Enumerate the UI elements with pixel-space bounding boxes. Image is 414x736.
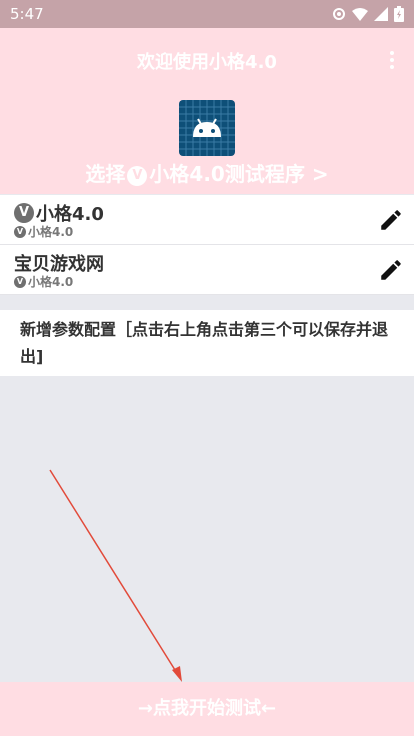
add-config-item[interactable]: 新增参数配置［点击右上角点击第三个可以保存并退出] <box>0 310 414 376</box>
list-item[interactable]: V 小格4.0 V 小格4.0 <box>0 195 414 245</box>
settings-icon <box>333 8 345 20</box>
edit-icon[interactable] <box>378 257 404 283</box>
battery-icon <box>394 6 404 22</box>
signal-icon <box>374 7 388 21</box>
item-subtitle-text: 小格4.0 <box>28 275 74 289</box>
add-config-label: 新增参数配置［点击右上角点击第三个可以保存并退出] <box>20 320 389 366</box>
v-badge-icon: V <box>127 166 148 186</box>
android-app-icon[interactable] <box>179 100 235 156</box>
start-test-button[interactable]: →点我开始测试← <box>0 682 414 736</box>
more-vert-icon[interactable] <box>388 50 396 70</box>
status-time: 5:47 <box>10 5 44 23</box>
list-item[interactable]: 宝贝游戏网 V 小格4.0 <box>0 245 414 295</box>
select-program-link[interactable]: 选择 V 小格4.0测试程序 > <box>0 158 414 187</box>
subtitle-prefix: 选择 <box>85 162 126 186</box>
program-list: V 小格4.0 V 小格4.0 宝贝游戏网 V 小格4.0 <box>0 195 414 295</box>
header: 欢迎使用小格4.0 选择 V 小格4.0测试程序 > <box>0 28 414 194</box>
v-badge-icon: V <box>14 203 34 223</box>
subtitle-text: 小格4.0测试程序 > <box>149 162 329 186</box>
item-subtitle: V 小格4.0 <box>14 273 73 290</box>
edit-icon[interactable] <box>378 207 404 233</box>
status-bar: 5:47 <box>0 0 414 28</box>
item-subtitle: V 小格4.0 <box>14 223 73 240</box>
wifi-icon <box>352 8 368 21</box>
status-icons <box>332 6 404 22</box>
v-badge-icon: V <box>14 225 26 238</box>
page-title: 欢迎使用小格4.0 <box>137 52 277 73</box>
v-badge-icon: V <box>14 275 26 288</box>
item-subtitle-text: 小格4.0 <box>28 225 74 239</box>
